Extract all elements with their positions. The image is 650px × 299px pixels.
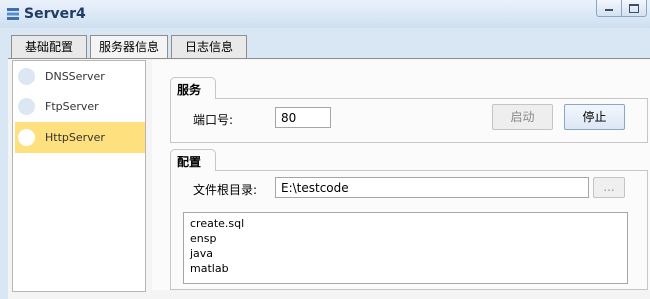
server-item-http[interactable]: HttpServer xyxy=(15,122,145,153)
root-dir-input[interactable] xyxy=(275,177,589,198)
section-divider xyxy=(215,170,648,171)
maximize-button[interactable] xyxy=(621,0,647,17)
server-item-label: HttpServer xyxy=(45,131,105,144)
list-item[interactable]: java xyxy=(190,247,213,260)
title-bar: Server4 xyxy=(0,0,650,28)
list-item[interactable]: create.sql xyxy=(190,217,244,230)
list-item[interactable]: ensp xyxy=(190,232,216,245)
list-item[interactable]: matlab xyxy=(190,262,229,275)
tab-server-info[interactable]: 服务器信息 xyxy=(90,35,168,60)
root-dir-label: 文件根目录: xyxy=(193,183,258,197)
server-status-icon xyxy=(18,98,35,115)
tab-basic-config[interactable]: 基础配置 xyxy=(11,35,87,58)
server-list: DNSServer FtpServer HttpServer xyxy=(12,60,146,292)
server-status-icon xyxy=(18,129,35,146)
tab-log-info[interactable]: 日志信息 xyxy=(171,35,247,58)
server-item-ftp[interactable]: FtpServer xyxy=(15,91,145,122)
minimize-button[interactable] xyxy=(596,0,622,17)
port-label: 端口号: xyxy=(193,113,234,127)
browse-button[interactable]: ... xyxy=(593,177,625,198)
port-input[interactable] xyxy=(275,107,331,128)
server-app-icon xyxy=(7,8,19,20)
section-divider xyxy=(215,98,648,99)
server-status-icon xyxy=(18,68,35,85)
window-title: Server4 xyxy=(24,6,86,22)
stop-button[interactable]: 停止 xyxy=(564,104,625,130)
server-item-dns[interactable]: DNSServer xyxy=(15,61,145,92)
config-section-title: 配置 xyxy=(170,149,216,171)
server-item-label: FtpServer xyxy=(45,100,99,113)
service-section-title: 服务 xyxy=(170,77,216,99)
file-list[interactable]: create.sql ensp java matlab xyxy=(183,212,628,284)
server-item-label: DNSServer xyxy=(45,70,105,83)
start-button[interactable]: 启动 xyxy=(492,104,553,130)
